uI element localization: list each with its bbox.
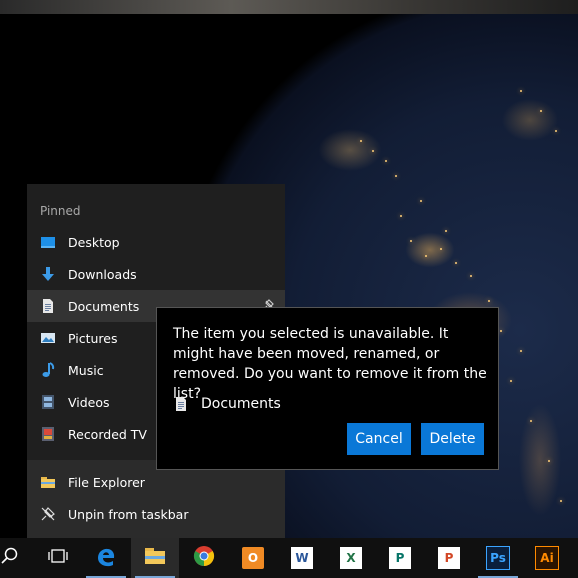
taskbar-app-photoshop[interactable]: Ps [474, 538, 522, 578]
jump-item-label: Pictures [68, 330, 118, 346]
taskbar-app-powerpoint[interactable]: P [425, 538, 473, 578]
jump-item-label: Documents [68, 298, 140, 314]
videos-icon [40, 394, 56, 410]
city-light [540, 110, 542, 112]
taskbar-app-illustrator[interactable]: Ai [523, 538, 571, 578]
excel-icon: X [340, 547, 362, 569]
city-light [420, 200, 422, 202]
folder-icon [40, 474, 56, 490]
word-icon: W [291, 547, 313, 569]
document-icon [173, 396, 189, 412]
city-light [440, 248, 442, 250]
jump-item-label: Downloads [68, 266, 137, 282]
remove-item-dialog: The item you selected is unavailable. It… [156, 307, 499, 470]
city-light [385, 160, 387, 162]
photoshop-icon: Ps [486, 546, 510, 570]
city-light [488, 300, 490, 302]
publisher-icon: P [389, 547, 411, 569]
taskbar-app-edge[interactable] [82, 538, 130, 578]
dialog-item: Documents [173, 396, 281, 412]
section-header: Pinned [40, 204, 81, 218]
outlook-icon: O [242, 547, 264, 569]
task-view-button[interactable] [34, 538, 82, 578]
city-light [360, 140, 362, 142]
music-note-icon [40, 362, 56, 378]
unpin-icon [40, 506, 56, 522]
dialog-message: The item you selected is unavailable. It… [173, 326, 487, 402]
city-light [425, 255, 427, 257]
city-light [500, 330, 502, 332]
jump-list-actions: File Explorer Unpin from taskbar [27, 460, 285, 538]
city-light [445, 230, 447, 232]
city-light [560, 500, 562, 502]
window-edge [0, 0, 578, 14]
jump-item-label: Music [68, 362, 104, 378]
illustrator-icon: Ai [535, 546, 559, 570]
taskbar-app-file-explorer[interactable] [131, 538, 179, 578]
delete-button[interactable]: Delete [421, 423, 484, 455]
jump-item-label: Videos [68, 394, 110, 410]
city-light [455, 262, 457, 264]
taskbar-app-chrome[interactable] [180, 538, 228, 578]
taskbar-app-publisher[interactable]: P [376, 538, 424, 578]
edge-icon [94, 544, 118, 572]
jump-item-downloads[interactable]: Downloads [27, 258, 285, 290]
taskbar-app-outlook[interactable]: O [229, 538, 277, 578]
jump-item-label: Desktop [68, 234, 120, 250]
city-light [400, 215, 402, 217]
powerpoint-icon: P [438, 547, 460, 569]
city-light [530, 420, 532, 422]
cancel-button[interactable]: Cancel [347, 423, 411, 455]
desktop-icon [40, 234, 56, 250]
open-file-explorer-item[interactable]: File Explorer [27, 466, 285, 498]
city-light [372, 150, 374, 152]
action-label: Unpin from taskbar [68, 506, 189, 522]
download-arrow-icon [40, 266, 56, 282]
city-light [470, 275, 472, 277]
unpin-from-taskbar-item[interactable]: Unpin from taskbar [27, 498, 285, 530]
task-view-icon [47, 547, 69, 569]
taskbar-app-excel[interactable]: X [327, 538, 375, 578]
city-light [395, 175, 397, 177]
search-button[interactable] [0, 538, 34, 578]
jump-item-desktop[interactable]: Desktop [27, 226, 285, 258]
dialog-item-name: Documents [201, 396, 281, 412]
taskbar-app-word[interactable]: W [278, 538, 326, 578]
city-light [510, 380, 512, 382]
recorded-tv-icon [40, 426, 56, 442]
document-icon [40, 298, 56, 314]
chrome-icon [192, 544, 216, 572]
city-light [520, 90, 522, 92]
pictures-icon [40, 330, 56, 346]
action-label: File Explorer [68, 474, 145, 490]
city-light [410, 240, 412, 242]
search-icon [0, 546, 20, 570]
jump-item-label: Recorded TV [68, 426, 147, 442]
city-light [548, 460, 550, 462]
folder-icon [143, 544, 167, 572]
taskbar: O W X P P Ps Ai [0, 538, 578, 578]
city-light [520, 350, 522, 352]
city-light [555, 130, 557, 132]
